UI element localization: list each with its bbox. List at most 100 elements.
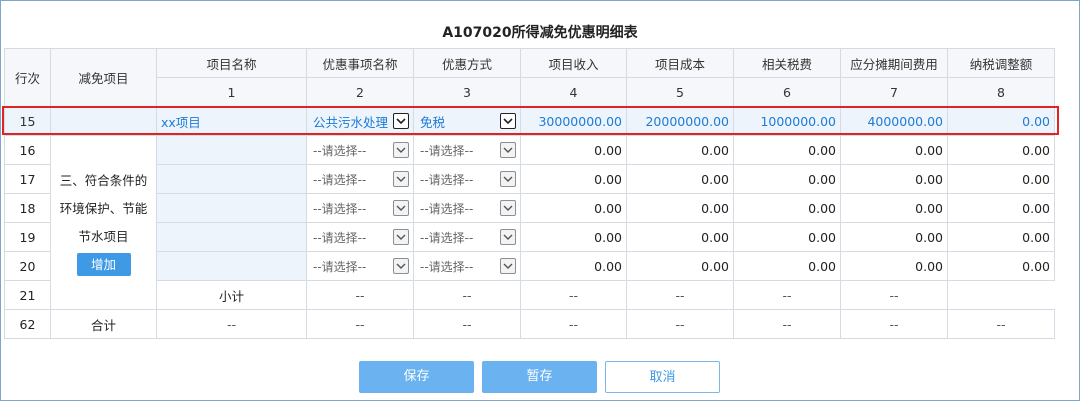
- cost-input[interactable]: 20000000.00: [626, 106, 734, 136]
- item-name-select[interactable]: --请选择--: [306, 135, 414, 165]
- item-name-select[interactable]: --请选择--: [306, 222, 414, 252]
- method-select[interactable]: --请选择--: [413, 251, 521, 281]
- chevron-down-icon[interactable]: [500, 113, 516, 129]
- income-input[interactable]: 0.00: [520, 135, 627, 165]
- table-row: 18 --请选择-- --请选择-- 0.00 0.00 0.00 0.00 0…: [4, 193, 1055, 223]
- income-input[interactable]: 0.00: [520, 251, 627, 281]
- header-row: 行次 减免项目 项目名称 优惠事项名称 优惠方式 项目收入 项目成本 相关税费 …: [4, 48, 1055, 107]
- row-number: 19: [4, 222, 51, 252]
- subtotal-row: 21 小计 -- -- -- -- -- --: [4, 280, 1055, 310]
- cost-input[interactable]: 0.00: [626, 222, 734, 252]
- period-cost-input[interactable]: 4000000.00: [840, 106, 948, 136]
- period-cost-input[interactable]: 0.00: [840, 251, 948, 281]
- project-name-input[interactable]: xx项目: [156, 106, 307, 136]
- method-value: --请选择--: [420, 259, 474, 274]
- total-dash: --: [306, 309, 414, 339]
- table-row-highlighted: 15 xx项目 公共污水处理 免税 30000000.00 20000000.0…: [4, 106, 1055, 136]
- table-row: 16 三、符合条件的 环境保护、节能 节水项目 增加 --请选择-- --请选择…: [4, 135, 1055, 310]
- project-name-input[interactable]: [156, 222, 307, 252]
- deduction-table: 行次 减免项目 项目名称 优惠事项名称 优惠方式 项目收入 项目成本 相关税费 …: [4, 48, 1055, 339]
- subtotal-dash: --: [520, 280, 627, 310]
- subtotal-dash: --: [413, 280, 521, 310]
- header-project-name: 项目名称: [156, 48, 307, 78]
- adjustment-value: 0.00: [947, 222, 1055, 252]
- total-dash: --: [947, 309, 1055, 339]
- item-name-select[interactable]: --请选择--: [306, 193, 414, 223]
- cancel-button[interactable]: 取消: [605, 361, 720, 393]
- add-button[interactable]: 增加: [76, 252, 131, 276]
- item-name-value: --请选择--: [313, 143, 367, 158]
- tax-input[interactable]: 1000000.00: [733, 106, 841, 136]
- save-button[interactable]: 保存: [359, 361, 474, 393]
- chevron-down-icon[interactable]: [393, 171, 409, 187]
- item-name-select[interactable]: 公共污水处理: [306, 106, 414, 136]
- item-name-value: 公共污水处理: [313, 114, 389, 130]
- tax-input[interactable]: 0.00: [733, 251, 841, 281]
- tax-input[interactable]: 0.00: [733, 193, 841, 223]
- cost-input[interactable]: 0.00: [626, 164, 734, 194]
- method-select[interactable]: --请选择--: [413, 222, 521, 252]
- chevron-down-icon[interactable]: [393, 258, 409, 274]
- income-input[interactable]: 0.00: [520, 222, 627, 252]
- method-select[interactable]: --请选择--: [413, 135, 521, 165]
- period-cost-input[interactable]: 0.00: [840, 135, 948, 165]
- project-name-input[interactable]: [156, 193, 307, 223]
- page-title: A107020所得减免优惠明细表: [442, 25, 638, 41]
- chevron-down-icon[interactable]: [500, 258, 516, 274]
- method-select[interactable]: 免税: [413, 106, 521, 136]
- subtotal-dash: --: [840, 280, 948, 310]
- chevron-down-icon[interactable]: [393, 142, 409, 158]
- row-number: 16: [4, 135, 51, 165]
- method-value: --请选择--: [420, 172, 474, 187]
- tax-input[interactable]: 0.00: [733, 135, 841, 165]
- total-dash: --: [733, 309, 841, 339]
- cost-input[interactable]: 0.00: [626, 251, 734, 281]
- chevron-down-icon[interactable]: [393, 229, 409, 245]
- item-name-select[interactable]: --请选择--: [306, 164, 414, 194]
- chevron-down-icon[interactable]: [393, 200, 409, 216]
- chevron-down-icon[interactable]: [500, 229, 516, 245]
- chevron-down-icon[interactable]: [393, 113, 409, 129]
- income-input[interactable]: 30000000.00: [520, 106, 627, 136]
- cost-input[interactable]: 0.00: [626, 193, 734, 223]
- tax-input[interactable]: 0.00: [733, 222, 841, 252]
- method-select[interactable]: --请选择--: [413, 193, 521, 223]
- item-name-value: --请选择--: [313, 172, 367, 187]
- tax-input[interactable]: 0.00: [733, 164, 841, 194]
- project-name-input[interactable]: [156, 164, 307, 194]
- chevron-down-icon[interactable]: [500, 200, 516, 216]
- project-name-input[interactable]: [156, 135, 307, 165]
- chevron-down-icon[interactable]: [500, 171, 516, 187]
- header-col-number: 1: [156, 77, 307, 107]
- item-name-select[interactable]: --请选择--: [306, 251, 414, 281]
- period-cost-input[interactable]: 0.00: [840, 222, 948, 252]
- income-input[interactable]: 0.00: [520, 164, 627, 194]
- period-cost-input[interactable]: 0.00: [840, 193, 948, 223]
- row-number: 15: [4, 106, 51, 136]
- group-label-line: 环境保护、节能: [59, 200, 148, 216]
- header-method: 优惠方式: [413, 48, 521, 78]
- period-cost-input[interactable]: 0.00: [840, 164, 948, 194]
- method-select[interactable]: --请选择--: [413, 164, 521, 194]
- subtotal-dash: --: [626, 280, 734, 310]
- adjustment-value: 0.00: [947, 164, 1055, 194]
- chevron-down-icon[interactable]: [500, 142, 516, 158]
- subtotal-label: 小计: [156, 280, 307, 310]
- row-number: 62: [4, 309, 51, 339]
- item-name-value: --请选择--: [313, 201, 367, 216]
- project-group-cell: 三、符合条件的 环境保护、节能 节水项目 增加: [50, 135, 157, 310]
- total-dash: --: [156, 309, 307, 339]
- header-tax: 相关税费: [733, 48, 841, 78]
- cost-input[interactable]: 0.00: [626, 135, 734, 165]
- row-number: 20: [4, 251, 51, 281]
- table-row: 17 --请选择-- --请选择-- 0.00 0.00 0.00 0.00 0…: [4, 164, 1055, 194]
- row-number: 17: [4, 164, 51, 194]
- temp-save-button[interactable]: 暂存: [482, 361, 597, 393]
- group-label-line: 节水项目: [78, 228, 129, 244]
- header-col-number: 8: [947, 77, 1055, 107]
- project-name-input[interactable]: [156, 251, 307, 281]
- group-label-line: 三、符合条件的: [59, 172, 148, 188]
- total-dash: --: [413, 309, 521, 339]
- income-input[interactable]: 0.00: [520, 193, 627, 223]
- header-col-number: 3: [413, 77, 521, 107]
